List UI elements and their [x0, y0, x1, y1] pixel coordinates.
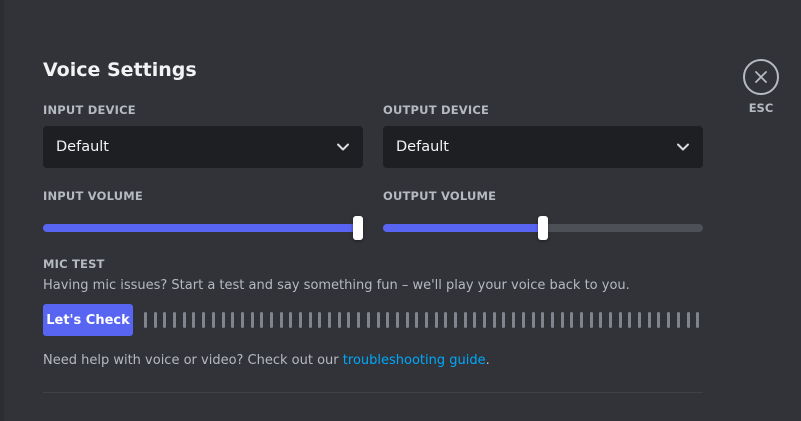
- input-device-select[interactable]: Default: [43, 126, 363, 168]
- meter-segment: [182, 312, 186, 328]
- meter-segment: [618, 312, 622, 328]
- meter-segment: [424, 312, 428, 328]
- chevron-down-icon: [676, 140, 690, 154]
- close-button[interactable]: [743, 59, 779, 95]
- input-volume-label: INPUT VOLUME: [43, 189, 143, 203]
- meter-segment: [250, 312, 254, 328]
- meter-segment: [492, 312, 496, 328]
- meter-segment: [357, 312, 361, 328]
- esc-label: ESC: [748, 101, 774, 115]
- input-device-label: INPUT DEVICE: [43, 103, 136, 117]
- meter-segment: [308, 312, 312, 328]
- meter-segment: [289, 312, 293, 328]
- slider-fill: [43, 224, 358, 232]
- meter-segment: [579, 312, 583, 328]
- chevron-down-icon: [336, 140, 350, 154]
- meter-segment: [502, 312, 506, 328]
- meter-segment: [531, 312, 535, 328]
- meter-segment: [328, 312, 332, 328]
- meter-segment: [657, 312, 661, 328]
- meter-segment: [153, 312, 157, 328]
- meter-segment: [366, 312, 370, 328]
- meter-segment: [521, 312, 525, 328]
- meter-segment: [173, 312, 177, 328]
- meter-segment: [144, 312, 147, 328]
- meter-segment: [211, 312, 215, 328]
- meter-segment: [279, 312, 283, 328]
- meter-segment: [192, 312, 196, 328]
- meter-segment: [550, 312, 554, 328]
- slider-fill: [383, 224, 543, 232]
- left-edge-strip: [0, 0, 4, 421]
- input-volume-slider[interactable]: [43, 216, 363, 240]
- meter-segment: [463, 312, 467, 328]
- close-icon: [753, 69, 769, 85]
- meter-segment: [269, 312, 273, 328]
- meter-segment: [589, 312, 593, 328]
- meter-segment: [512, 312, 516, 328]
- meter-segment: [570, 312, 574, 328]
- divider: [43, 392, 703, 393]
- meter-segment: [638, 312, 642, 328]
- meter-segment: [202, 312, 206, 328]
- meter-segment: [541, 312, 545, 328]
- meter-segment: [163, 312, 167, 328]
- meter-segment: [444, 312, 448, 328]
- meter-segment: [560, 312, 564, 328]
- meter-segment: [609, 312, 612, 328]
- meter-segment: [676, 312, 680, 328]
- meter-segment: [454, 312, 457, 328]
- meter-segment: [483, 312, 487, 328]
- slider-handle[interactable]: [353, 216, 363, 240]
- meter-segment: [434, 312, 438, 328]
- page-title: Voice Settings: [43, 59, 197, 81]
- meter-segment: [240, 312, 244, 328]
- meter-segment: [686, 312, 690, 328]
- meter-segment: [696, 312, 700, 328]
- meter-segment: [599, 312, 603, 328]
- meter-segment: [376, 312, 380, 328]
- meter-segment: [318, 312, 322, 328]
- meter-segment: [647, 312, 651, 328]
- mic-test-label: MIC TEST: [43, 257, 105, 271]
- meter-segment: [473, 312, 477, 328]
- meter-segment: [299, 312, 302, 328]
- output-device-value: Default: [396, 139, 449, 155]
- troubleshooting-guide-link[interactable]: troubleshooting guide: [343, 353, 486, 368]
- output-device-label: OUTPUT DEVICE: [383, 103, 490, 117]
- meter-segment: [405, 312, 409, 328]
- meter-segment: [386, 312, 390, 328]
- meter-segment: [221, 312, 225, 328]
- meter-segment: [415, 312, 419, 328]
- input-device-value: Default: [56, 139, 109, 155]
- meter-segment: [628, 312, 632, 328]
- lets-check-button[interactable]: Let's Check: [43, 304, 133, 336]
- mic-level-meter: [144, 312, 700, 328]
- output-volume-slider[interactable]: [383, 216, 703, 240]
- meter-segment: [347, 312, 351, 328]
- meter-segment: [260, 312, 264, 328]
- meter-segment: [337, 312, 341, 328]
- help-text: Need help with voice or video? Check out…: [43, 353, 490, 368]
- mic-test-description: Having mic issues? Start a test and say …: [43, 278, 630, 293]
- output-device-select[interactable]: Default: [383, 126, 703, 168]
- help-text-prefix: Need help with voice or video? Check out…: [43, 353, 343, 368]
- help-text-suffix: .: [485, 353, 490, 368]
- meter-segment: [231, 312, 235, 328]
- meter-segment: [395, 312, 399, 328]
- meter-segment: [667, 312, 671, 328]
- slider-handle[interactable]: [538, 216, 548, 240]
- output-volume-label: OUTPUT VOLUME: [383, 189, 497, 203]
